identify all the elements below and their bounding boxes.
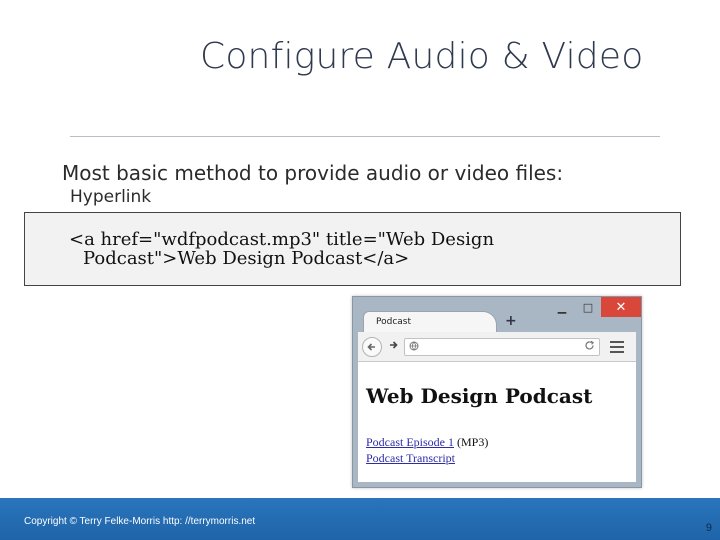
browser-screenshot: ▁ □ ✕ Podcast + Web Design Podcast Podca… (352, 296, 642, 488)
title-divider (70, 136, 660, 137)
new-tab-button[interactable]: + (505, 313, 517, 329)
bullet-sub-text: Hyperlink (70, 187, 152, 207)
page-heading: Web Design Podcast (366, 384, 593, 408)
footer-copyright: Copyright © Terry Felke-Morris http: //t… (24, 516, 256, 527)
forward-arrow-icon[interactable] (388, 339, 398, 353)
page-links: Podcast Episode 1 (MP3) Podcast Transcri… (366, 434, 488, 466)
close-button[interactable]: ✕ (601, 297, 641, 317)
reload-icon[interactable] (584, 340, 595, 354)
globe-icon (409, 341, 419, 354)
minimize-button[interactable]: ▁ (549, 297, 575, 317)
back-arrow-icon[interactable] (362, 337, 382, 357)
window-controls: ▁ □ ✕ (549, 297, 641, 317)
podcast-transcript-link[interactable]: Podcast Transcript (366, 451, 455, 465)
browser-toolbar (358, 332, 636, 362)
code-line-2: Podcast">Web Design Podcast</a> (83, 248, 410, 269)
browser-tab[interactable]: Podcast (363, 311, 497, 333)
browser-page-content: Web Design Podcast Podcast Episode 1 (MP… (358, 362, 636, 482)
slide-number: 9 (705, 522, 712, 534)
mp3-label: (MP3) (454, 435, 489, 449)
url-bar[interactable] (404, 338, 600, 356)
maximize-button[interactable]: □ (575, 297, 601, 317)
hamburger-menu-icon[interactable] (610, 341, 624, 353)
code-example-box: <a href="wdfpodcast.mp3" title="Web Desi… (24, 212, 681, 286)
podcast-episode-link[interactable]: Podcast Episode 1 (366, 435, 454, 449)
tab-title: Podcast (376, 317, 412, 327)
bullet-main-text: Most basic method to provide audio or vi… (62, 161, 564, 185)
footer-bar: Copyright © Terry Felke-Morris http: //t… (0, 498, 720, 540)
code-line-1: <a href="wdfpodcast.mp3" title="Web Desi… (69, 229, 495, 250)
slide-title: Configure Audio & Video (200, 36, 644, 77)
